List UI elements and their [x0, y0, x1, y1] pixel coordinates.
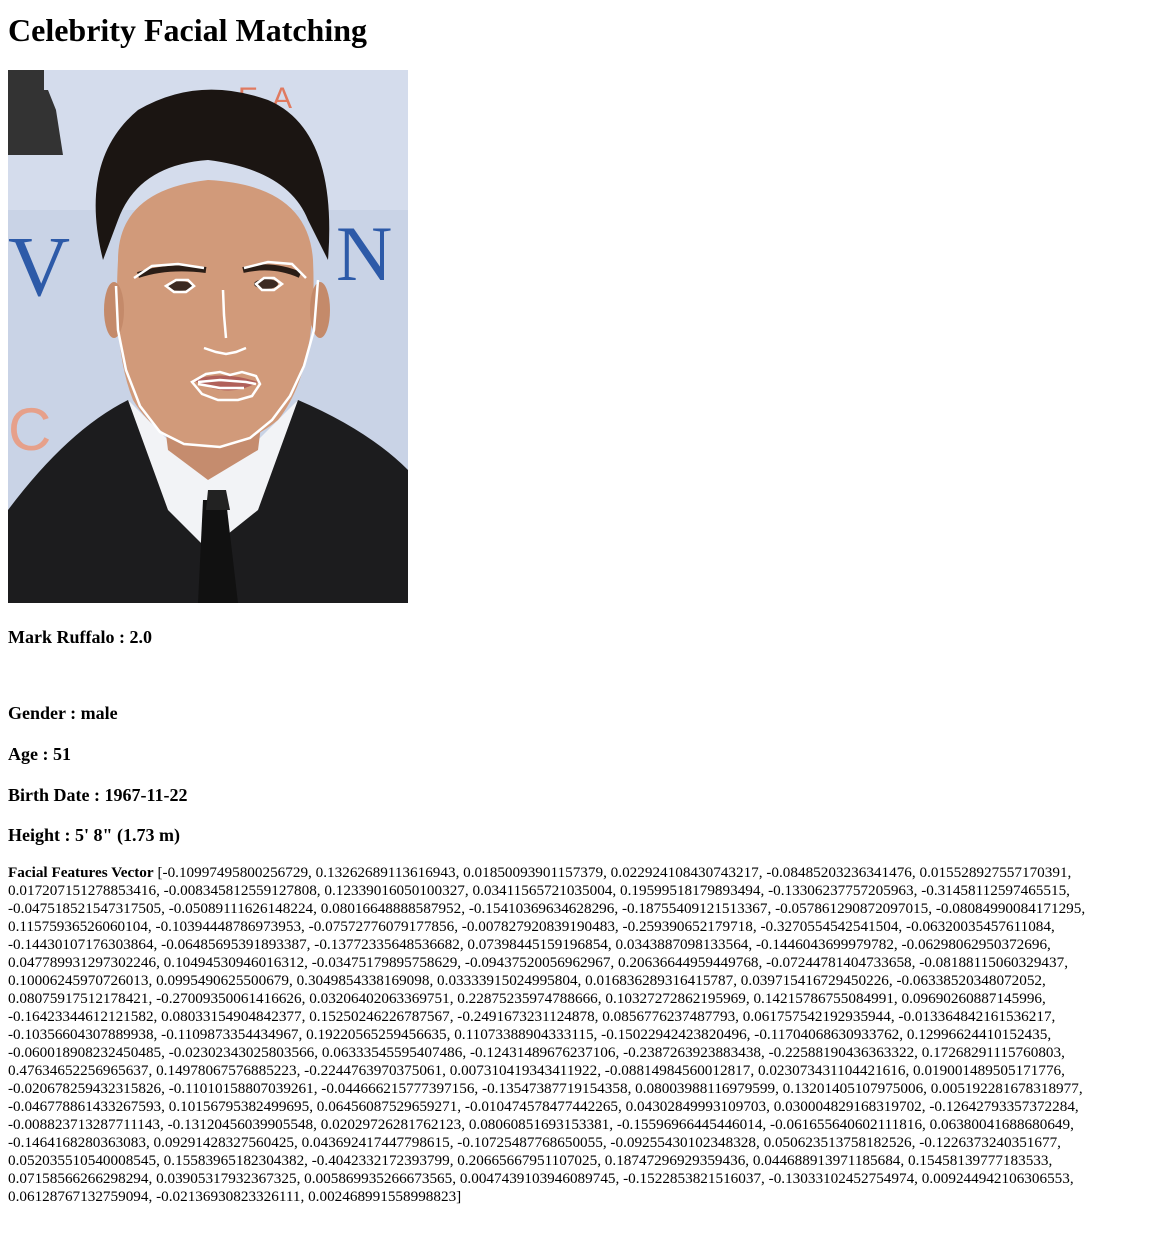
match-name: Mark Ruffalo: [8, 626, 115, 647]
match-score: 2.0: [129, 626, 153, 647]
height-label: Height: [8, 825, 60, 846]
age-value: 51: [53, 743, 71, 764]
page: Celebrity Facial Matching EA V N C Mark …: [0, 12, 1170, 1206]
birth-date-label: Birth Date: [8, 784, 90, 805]
birth-date-row: Birth Date : 1967-11-22: [8, 784, 188, 805]
features-values: [-0.10997495800256729, 0.132626891136169…: [8, 863, 1086, 1205]
facial-features-vector: Facial Features Vector [-0.1099749580025…: [8, 864, 1158, 1206]
svg-text:N: N: [336, 210, 392, 297]
svg-text:V: V: [8, 218, 70, 314]
page-title: Celebrity Facial Matching: [8, 12, 368, 48]
svg-text:C: C: [8, 396, 51, 463]
gender-label: Gender: [8, 703, 66, 724]
gender-row: Gender : male: [8, 703, 118, 724]
match-separator: :: [114, 626, 130, 647]
height-row: Height : 5' 8" (1.73 m): [8, 825, 180, 846]
celebrity-photo: EA V N C: [8, 69, 408, 603]
height-value: 5' 8" (1.73 m): [75, 825, 180, 846]
age-label: Age: [8, 743, 38, 764]
age-row: Age : 51: [8, 743, 71, 764]
gender-value: male: [80, 703, 118, 724]
birth-date-value: 1967-11-22: [104, 784, 188, 805]
match-result: Mark Ruffalo : 2.0: [8, 627, 1162, 649]
features-label: Facial Features Vector: [8, 863, 154, 881]
